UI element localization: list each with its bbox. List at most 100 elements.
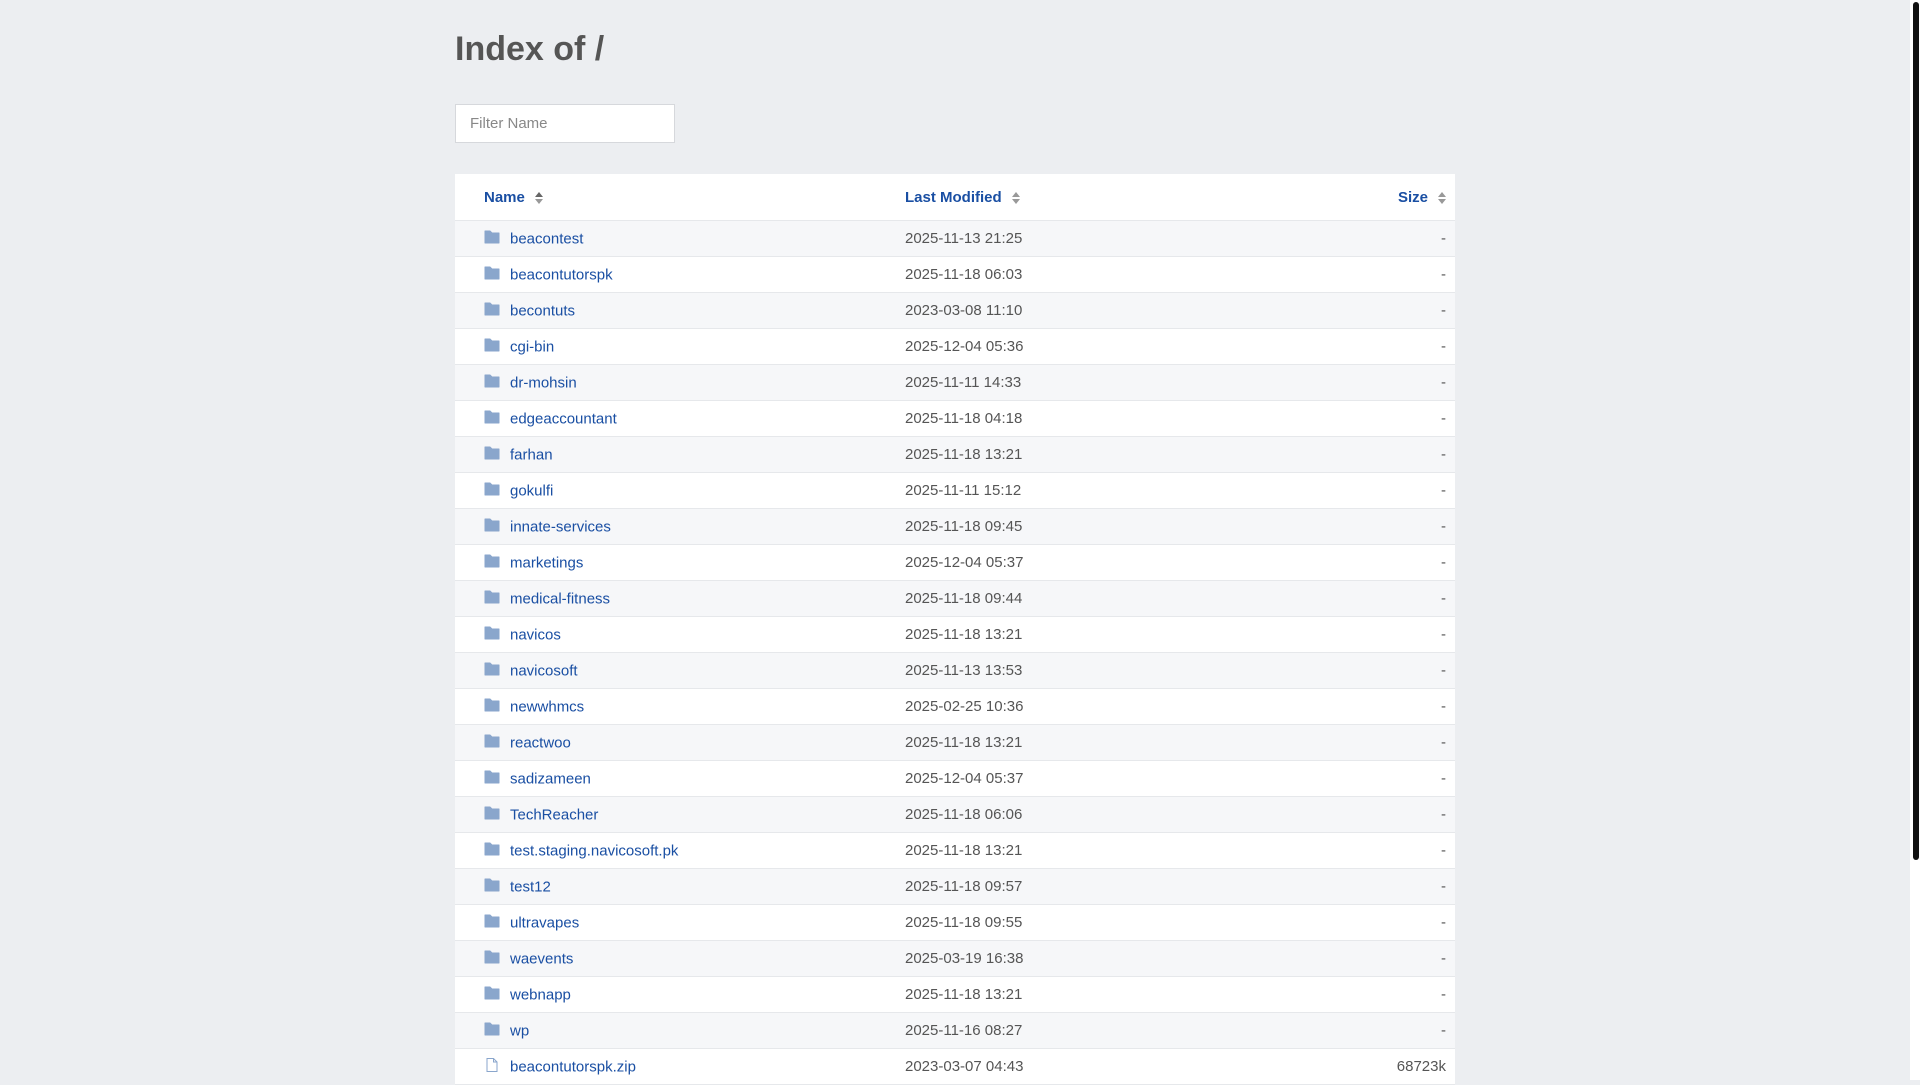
table-row: medical-fitness 2025-11-18 09:44 - <box>455 580 1455 617</box>
folder-icon <box>484 482 500 496</box>
table-row: webnapp 2025-11-18 13:21 - <box>455 976 1455 1013</box>
table-row: TechReacher 2025-11-18 06:06 - <box>455 796 1455 833</box>
entry-link[interactable]: navicosoft <box>510 662 578 679</box>
size-cell: - <box>1305 832 1455 869</box>
size-cell: - <box>1305 904 1455 941</box>
sort-by-size-link[interactable]: Size <box>1398 189 1428 206</box>
name-cell: innate-services <box>455 508 905 545</box>
table-row: marketings 2025-12-04 05:37 - <box>455 544 1455 581</box>
name-cell: test.staging.navicosoft.pk <box>455 832 905 869</box>
entry-link[interactable]: navicos <box>510 626 561 643</box>
size-cell: - <box>1305 400 1455 437</box>
column-header-modified[interactable]: Last Modified <box>905 174 1305 221</box>
column-header-size[interactable]: Size <box>1305 174 1455 221</box>
name-cell: navicosoft <box>455 652 905 689</box>
modified-cell: 2025-11-18 09:44 <box>905 580 1305 617</box>
entry-link[interactable]: waevents <box>510 950 573 967</box>
size-cell: - <box>1305 364 1455 401</box>
name-cell: ultravapes <box>455 904 905 941</box>
modified-cell: 2025-12-04 05:37 <box>905 544 1305 581</box>
folder-icon <box>484 410 500 424</box>
entry-link[interactable]: sadizameen <box>510 770 591 787</box>
sort-by-modified-link[interactable]: Last Modified <box>905 189 1002 206</box>
table-row: ultravapes 2025-11-18 09:55 - <box>455 904 1455 941</box>
table-row: newwhmcs 2025-02-25 10:36 - <box>455 688 1455 725</box>
folder-icon <box>484 878 500 892</box>
folder-icon <box>484 338 500 352</box>
entry-link[interactable]: innate-services <box>510 518 611 535</box>
entry-link[interactable]: ultravapes <box>510 914 579 931</box>
modified-cell: 2025-11-11 15:12 <box>905 472 1305 509</box>
entry-link[interactable]: gokulfi <box>510 482 553 499</box>
entry-link[interactable]: marketings <box>510 554 583 571</box>
modified-cell: 2025-12-04 05:37 <box>905 760 1305 797</box>
modified-cell: 2025-11-18 13:21 <box>905 976 1305 1013</box>
scrollbar-thumb[interactable] <box>1913 2 1919 860</box>
modified-cell: 2025-11-13 21:25 <box>905 220 1305 257</box>
entry-link[interactable]: beacontutorspk <box>510 266 613 283</box>
size-cell: - <box>1305 940 1455 977</box>
size-cell: - <box>1305 472 1455 509</box>
size-cell: - <box>1305 976 1455 1013</box>
entry-link[interactable]: reactwoo <box>510 734 571 751</box>
entry-link[interactable]: TechReacher <box>510 806 598 823</box>
size-cell: - <box>1305 688 1455 725</box>
size-cell: - <box>1305 760 1455 797</box>
modified-cell: 2025-11-13 13:53 <box>905 652 1305 689</box>
entry-link[interactable]: webnapp <box>510 986 571 1003</box>
folder-icon <box>484 230 500 244</box>
table-row: beacontutorspk.zip 2023-03-07 04:43 6872… <box>455 1048 1455 1085</box>
table-row: reactwoo 2025-11-18 13:21 - <box>455 724 1455 761</box>
entry-link[interactable]: farhan <box>510 446 553 463</box>
folder-icon <box>484 914 500 928</box>
filter-name-input[interactable] <box>455 104 675 143</box>
table-row: test12 2025-11-18 09:57 - <box>455 868 1455 905</box>
folder-icon <box>484 770 500 784</box>
modified-cell: 2025-02-25 10:36 <box>905 688 1305 725</box>
entry-link[interactable]: beacontest <box>510 230 583 247</box>
name-cell: cgi-bin <box>455 328 905 365</box>
name-cell: TechReacher <box>455 796 905 833</box>
entry-link[interactable]: dr-mohsin <box>510 374 577 391</box>
modified-cell: 2025-11-11 14:33 <box>905 364 1305 401</box>
name-cell: test12 <box>455 868 905 905</box>
folder-icon <box>484 662 500 676</box>
entry-link[interactable]: edgeaccountant <box>510 410 617 427</box>
folder-icon <box>484 842 500 856</box>
vertical-scrollbar[interactable] <box>1910 0 1920 1080</box>
size-cell: - <box>1305 256 1455 293</box>
modified-cell: 2025-11-18 13:21 <box>905 436 1305 473</box>
modified-cell: 2025-03-19 16:38 <box>905 940 1305 977</box>
size-cell: - <box>1305 292 1455 329</box>
entry-link[interactable]: medical-fitness <box>510 590 610 607</box>
entry-link[interactable]: cgi-bin <box>510 338 554 355</box>
modified-cell: 2025-11-18 13:21 <box>905 616 1305 653</box>
name-cell: marketings <box>455 544 905 581</box>
size-cell: - <box>1305 544 1455 581</box>
size-cell: - <box>1305 616 1455 653</box>
modified-cell: 2025-11-18 06:03 <box>905 256 1305 293</box>
modified-cell: 2025-12-04 05:36 <box>905 328 1305 365</box>
table-row: sadizameen 2025-12-04 05:37 - <box>455 760 1455 797</box>
table-row: waevents 2025-03-19 16:38 - <box>455 940 1455 977</box>
column-header-name[interactable]: Name <box>455 174 905 221</box>
file-listing-table: Name Last Modified Size beacontest 2025-… <box>455 174 1455 1085</box>
entry-link[interactable]: test.staging.navicosoft.pk <box>510 842 678 859</box>
entry-link[interactable]: wp <box>510 1022 529 1039</box>
modified-cell: 2025-11-18 09:45 <box>905 508 1305 545</box>
name-cell: beacontutorspk <box>455 256 905 293</box>
entry-link[interactable]: beacontutorspk.zip <box>510 1058 636 1075</box>
folder-icon <box>484 590 500 604</box>
modified-cell: 2025-11-18 06:06 <box>905 796 1305 833</box>
name-cell: reactwoo <box>455 724 905 761</box>
table-row: farhan 2025-11-18 13:21 - <box>455 436 1455 473</box>
entry-link[interactable]: becontuts <box>510 302 575 319</box>
name-cell: medical-fitness <box>455 580 905 617</box>
modified-cell: 2025-11-18 09:55 <box>905 904 1305 941</box>
entry-link[interactable]: newwhmcs <box>510 698 584 715</box>
entry-link[interactable]: test12 <box>510 878 551 895</box>
size-cell: - <box>1305 220 1455 257</box>
sort-by-name-link[interactable]: Name <box>484 189 525 206</box>
modified-cell: 2023-03-07 04:43 <box>905 1048 1305 1085</box>
name-cell: waevents <box>455 940 905 977</box>
